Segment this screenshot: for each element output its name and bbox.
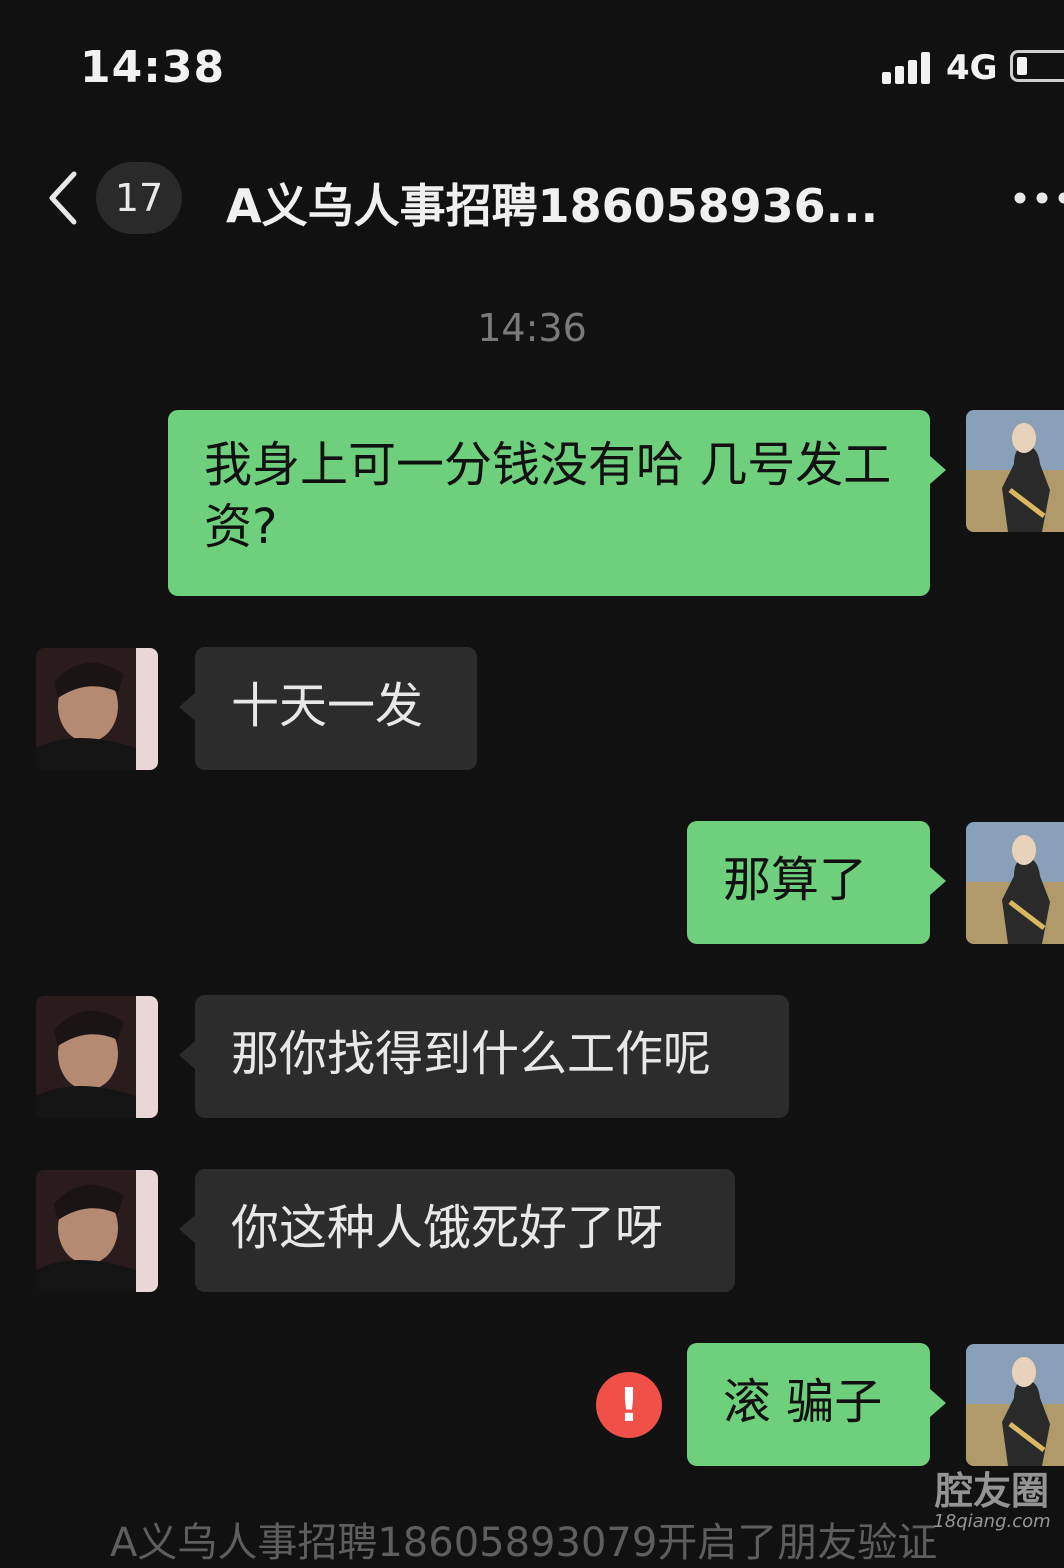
outgoing-message-bubble[interactable]: 滚 骗子	[687, 1343, 930, 1466]
contact-avatar[interactable]	[36, 1170, 158, 1292]
self-avatar[interactable]	[966, 822, 1064, 944]
incoming-message-bubble[interactable]: 十天一发	[195, 647, 477, 770]
system-tip: A义乌人事招聘18605893079开启了朋友验证	[110, 1510, 937, 1568]
watermark: 腔友圈 18qiang.com	[922, 1460, 1062, 1532]
more-options-icon[interactable]	[1010, 188, 1064, 208]
incoming-message-bubble[interactable]: 你这种人饿死好了呀	[195, 1169, 735, 1292]
battery-icon	[1010, 50, 1064, 82]
status-bar: 14:38 4G	[0, 0, 1064, 130]
self-avatar[interactable]	[966, 1344, 1064, 1466]
status-time: 14:38	[80, 42, 225, 93]
back-chevron-icon[interactable]	[44, 168, 84, 228]
self-avatar[interactable]	[966, 410, 1064, 532]
network-type: 4G	[946, 48, 998, 88]
unread-count-badge[interactable]: 17	[96, 162, 182, 234]
outgoing-message-bubble[interactable]: 那算了	[687, 821, 930, 944]
outgoing-message-bubble[interactable]: 我身上可一分钱没有哈 几号发工资?	[168, 410, 930, 596]
contact-avatar[interactable]	[36, 996, 158, 1118]
contact-avatar[interactable]	[36, 648, 158, 770]
message-timestamp: 14:36	[0, 306, 1064, 350]
watermark-logo: 腔友圈	[922, 1460, 1062, 1515]
chat-title: A义乌人事招聘186058936...	[226, 170, 878, 236]
send-failed-icon[interactable]: !	[596, 1372, 662, 1438]
incoming-message-bubble[interactable]: 那你找得到什么工作呢	[195, 995, 789, 1118]
signal-strength-icon	[882, 52, 936, 84]
